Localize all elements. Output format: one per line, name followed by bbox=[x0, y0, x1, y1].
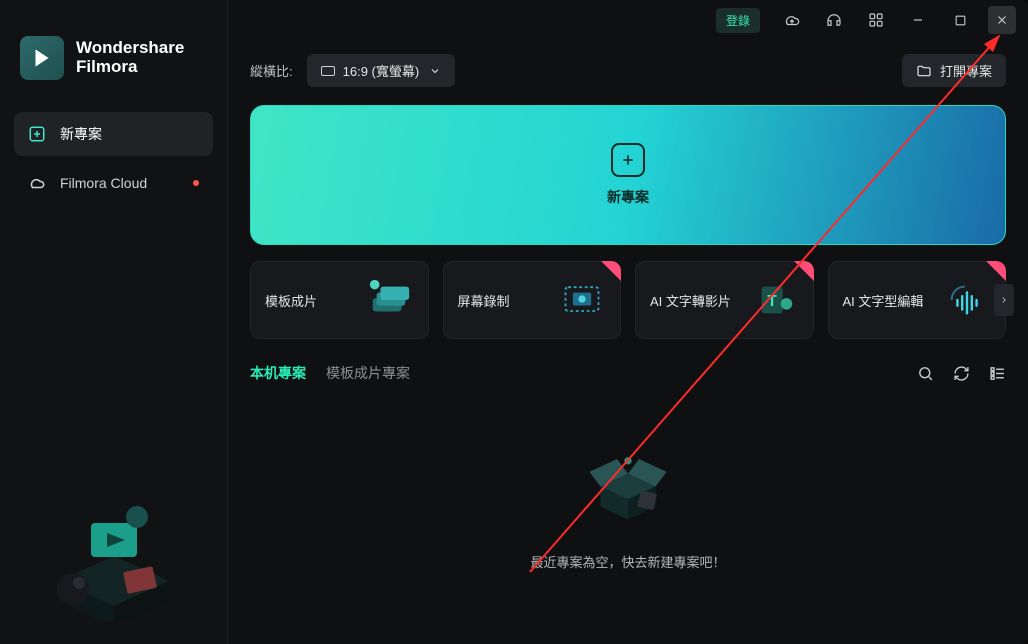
cloud-upload-button[interactable] bbox=[778, 6, 806, 34]
grid-icon bbox=[868, 12, 884, 28]
audio-wave-icon bbox=[943, 276, 991, 324]
minimize-icon bbox=[911, 13, 925, 27]
hero-label: 新專案 bbox=[607, 187, 649, 207]
card-label: AI 文字型編輯 bbox=[843, 291, 924, 310]
cloud-upload-icon bbox=[783, 11, 801, 29]
card-screen-record[interactable]: 屏幕錄制 bbox=[443, 261, 622, 339]
tab-local-projects[interactable]: 本机專案 bbox=[250, 363, 306, 383]
brand-logo bbox=[20, 36, 64, 80]
search-icon bbox=[917, 365, 934, 382]
minimize-button[interactable] bbox=[904, 6, 932, 34]
feature-cards: 模板成片 屏幕錄制 AI 文字轉影片 T bbox=[250, 261, 1006, 339]
ratio-rect-icon bbox=[321, 66, 335, 76]
apps-button[interactable] bbox=[862, 6, 890, 34]
card-label: AI 文字轉影片 bbox=[650, 291, 731, 310]
new-badge bbox=[794, 261, 814, 281]
brand-line2: Filmora bbox=[76, 58, 184, 77]
sidebar-illustration bbox=[14, 466, 213, 626]
aspect-ratio-value: 16:9 (寬螢幕) bbox=[343, 61, 420, 80]
studio-illustration-icon bbox=[29, 471, 199, 621]
sidebar-item-new-project[interactable]: 新專案 bbox=[14, 112, 213, 156]
aspect-ratio-label: 縱橫比: bbox=[250, 61, 293, 80]
folder-icon bbox=[916, 63, 932, 79]
brand: Wondershare Filmora bbox=[14, 14, 213, 106]
cards-next-button[interactable] bbox=[994, 284, 1014, 316]
empty-message: 最近專案為空，快去新建專案吧！ bbox=[530, 552, 725, 571]
screen-record-icon bbox=[558, 276, 606, 324]
card-ai-text-editor[interactable]: AI 文字型編輯 bbox=[828, 261, 1007, 339]
new-project-hero[interactable]: 新專案 bbox=[250, 105, 1006, 245]
template-stack-icon bbox=[366, 276, 414, 324]
main: 登錄 縱橫比: bbox=[228, 0, 1028, 644]
chevron-down-icon bbox=[429, 65, 441, 77]
controls-row: 縱橫比: 16:9 (寬螢幕) 打開專案 bbox=[228, 40, 1028, 87]
aspect-ratio-select[interactable]: 16:9 (寬螢幕) bbox=[307, 54, 456, 87]
close-button[interactable] bbox=[988, 6, 1016, 34]
project-tabs: 本机專案 模板成片專案 bbox=[250, 363, 1006, 383]
refresh-icon bbox=[953, 365, 970, 382]
card-label: 模板成片 bbox=[265, 291, 317, 310]
login-button[interactable]: 登錄 bbox=[716, 8, 760, 33]
plus-icon bbox=[611, 143, 645, 177]
close-icon bbox=[995, 13, 1009, 27]
cloud-icon bbox=[28, 174, 46, 192]
open-project-button[interactable]: 打開專案 bbox=[902, 54, 1006, 87]
card-template-to-video[interactable]: 模板成片 bbox=[250, 261, 429, 339]
search-button[interactable] bbox=[916, 364, 934, 382]
plus-square-icon bbox=[28, 125, 46, 143]
headset-icon bbox=[825, 11, 843, 29]
open-project-label: 打開專案 bbox=[940, 61, 992, 80]
brand-line1: Wondershare bbox=[76, 39, 184, 58]
filmora-logo-icon bbox=[29, 45, 55, 71]
support-button[interactable] bbox=[820, 6, 848, 34]
sidebar-nav: 新專案 Filmora Cloud bbox=[14, 112, 213, 204]
empty-box-icon bbox=[573, 426, 683, 536]
list-view-icon bbox=[989, 365, 1006, 382]
feature-cards-wrap: 模板成片 屏幕錄制 AI 文字轉影片 T bbox=[250, 261, 1006, 339]
tab-template-projects[interactable]: 模板成片專案 bbox=[326, 363, 410, 383]
refresh-button[interactable] bbox=[952, 364, 970, 382]
chevron-right-icon bbox=[999, 295, 1009, 305]
empty-state: 最近專案為空，快去新建專案吧！ bbox=[228, 383, 1028, 644]
card-label: 屏幕錄制 bbox=[458, 291, 510, 310]
maximize-icon bbox=[954, 14, 967, 27]
titlebar: 登錄 bbox=[228, 0, 1028, 40]
sidebar: Wondershare Filmora 新專案 Filmora Cloud bbox=[0, 0, 228, 644]
sidebar-item-label: Filmora Cloud bbox=[60, 175, 147, 191]
new-badge bbox=[986, 261, 1006, 281]
sidebar-item-label: 新專案 bbox=[60, 124, 102, 144]
view-toggle-button[interactable] bbox=[988, 364, 1006, 382]
card-ai-text-to-video[interactable]: AI 文字轉影片 T bbox=[635, 261, 814, 339]
text-to-video-icon: T bbox=[751, 276, 799, 324]
maximize-button[interactable] bbox=[946, 6, 974, 34]
sidebar-item-filmora-cloud[interactable]: Filmora Cloud bbox=[14, 162, 213, 204]
svg-text:T: T bbox=[767, 293, 777, 310]
new-badge bbox=[601, 261, 621, 281]
notification-dot-icon bbox=[193, 180, 199, 186]
